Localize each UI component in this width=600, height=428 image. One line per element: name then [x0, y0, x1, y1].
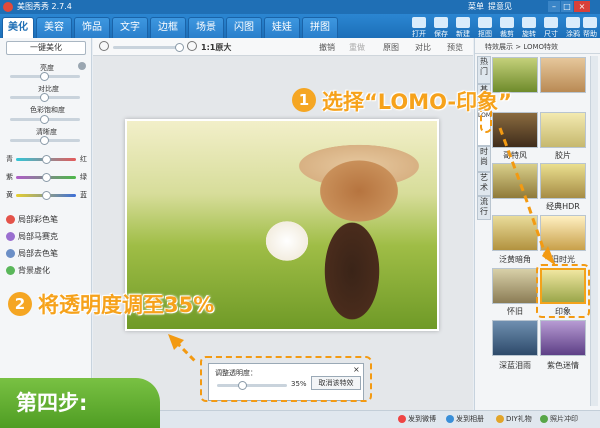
- step2-instruction: 将透明度调至35%: [38, 293, 215, 317]
- step1-number-badge: 1: [292, 88, 316, 112]
- step-badge: 第四步:: [0, 378, 160, 428]
- step2-number-badge: 2: [8, 292, 32, 316]
- step1-instruction: 选择“LOMO-印象”: [322, 90, 512, 114]
- annotation-arrows: [168, 127, 556, 364]
